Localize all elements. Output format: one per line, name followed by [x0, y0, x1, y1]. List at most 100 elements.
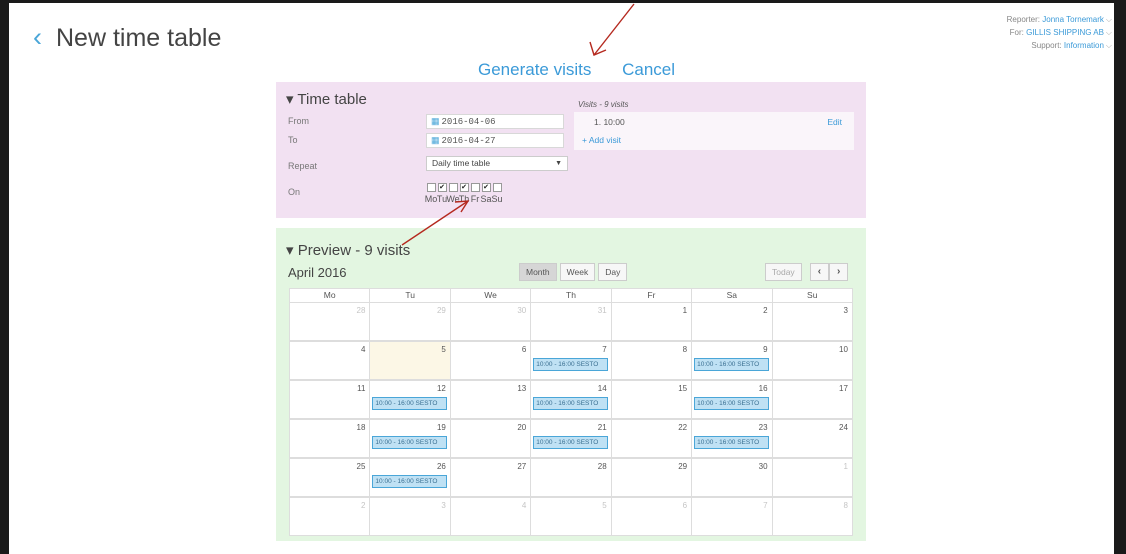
generate-visits-button[interactable]: Generate visits: [478, 60, 591, 79]
calendar-day-cell[interactable]: 28: [530, 459, 610, 496]
to-date-value: 2016-04-27: [441, 136, 496, 146]
calendar-event[interactable]: 10:00 - 16:00 SESTO: [533, 397, 608, 410]
day-number: 5: [441, 345, 446, 354]
calendar-day-cell[interactable]: 5: [369, 342, 450, 379]
week-view-button[interactable]: Week: [559, 263, 596, 281]
calendar-day-cell[interactable]: 13: [449, 381, 530, 418]
to-date-input[interactable]: ▦ 2016-04-27: [426, 133, 564, 148]
from-date-input[interactable]: ▦ 2016-04-06: [426, 114, 564, 129]
day-number: 2: [763, 306, 768, 315]
calendar-day-cell[interactable]: 9 10:00 - 16:00 SESTO: [691, 342, 771, 379]
month-title: April 2016: [288, 265, 347, 280]
calendar-day-cell[interactable]: 26 10:00 - 16:00 SESTO: [369, 459, 449, 496]
calendar-day-cell[interactable]: 30: [691, 459, 771, 496]
reporter-row[interactable]: Reporter: Jonna Tornemark ⌵: [1007, 13, 1112, 26]
calendar-day-cell[interactable]: 23 10:00 - 16:00 SESTO: [691, 420, 771, 457]
reporter-value[interactable]: Jonna Tornemark: [1042, 15, 1104, 24]
calendar-day-cell[interactable]: 8: [610, 342, 691, 379]
support-row[interactable]: Support: Information ⌵: [1007, 39, 1112, 52]
repeat-value: Daily time table: [432, 158, 491, 168]
calendar-day-cell[interactable]: 1: [771, 459, 852, 496]
for-value[interactable]: GILLIS SHIPPING AB: [1026, 28, 1104, 37]
calendar-event[interactable]: 10:00 - 16:00 SESTO: [372, 475, 447, 488]
calendar-day-cell[interactable]: 20: [449, 420, 530, 457]
chevron-down-icon[interactable]: ⌵: [1106, 41, 1112, 50]
calendar-day-cell[interactable]: 29: [610, 459, 691, 496]
repeat-select[interactable]: Daily time table ▼: [426, 156, 568, 171]
calendar-event[interactable]: 10:00 - 16:00 SESTO: [372, 397, 447, 410]
calendar-day-cell[interactable]: 28: [290, 303, 369, 340]
calendar-week-row: 2 3 4 5 6 7 8: [289, 497, 853, 536]
calendar-day-cell[interactable]: 2: [691, 303, 771, 340]
day-number: 16: [758, 384, 768, 393]
day-label: Su: [491, 194, 503, 204]
back-chevron-icon[interactable]: ‹: [33, 22, 42, 53]
add-visit-link[interactable]: + Add visit: [582, 135, 621, 145]
calendar-day-cell[interactable]: 4: [290, 342, 369, 379]
calendar-day-cell[interactable]: 22: [610, 420, 691, 457]
calendar-day-cell[interactable]: 7: [691, 498, 771, 535]
day-number: 20: [517, 423, 527, 432]
calendar-day-cell[interactable]: 18: [290, 420, 369, 457]
chevron-down-icon[interactable]: ⌵: [1106, 28, 1112, 37]
calendar-event[interactable]: 10:00 - 16:00 SESTO: [694, 436, 769, 449]
preview-heading[interactable]: ▾ Preview - 9 visits: [286, 241, 410, 259]
day-number: 31: [597, 306, 607, 315]
month-view-button[interactable]: Month: [519, 263, 557, 281]
calendar-day-cell[interactable]: 6: [449, 342, 530, 379]
calendar-day-cell[interactable]: 19 10:00 - 16:00 SESTO: [369, 420, 449, 457]
for-row[interactable]: For: GILLIS SHIPPING AB ⌵: [1007, 26, 1112, 39]
calendar-day-cell[interactable]: 10: [771, 342, 852, 379]
day-number: 3: [441, 501, 446, 510]
calendar-event[interactable]: 10:00 - 16:00 SESTO: [533, 436, 608, 449]
calendar-day-cell[interactable]: 12 10:00 - 16:00 SESTO: [369, 381, 449, 418]
calendar-day-cell[interactable]: 31: [530, 303, 610, 340]
from-date-value: 2016-04-06: [441, 117, 496, 127]
weekday-header-cell: Fr: [610, 289, 691, 302]
calendar-day-cell[interactable]: 8: [771, 498, 852, 535]
calendar-day-cell[interactable]: 4: [449, 498, 530, 535]
day-view-button[interactable]: Day: [598, 263, 628, 281]
day-number: 17: [839, 384, 848, 393]
calendar-event[interactable]: 10:00 - 16:00 SESTO: [694, 358, 769, 371]
calendar-day-cell[interactable]: 5: [530, 498, 610, 535]
calendar-event[interactable]: 10:00 - 16:00 SESTO: [372, 436, 447, 449]
calendar-day-cell[interactable]: 24: [771, 420, 852, 457]
day-number: 7: [763, 501, 768, 510]
calendar-day-cell[interactable]: 11: [290, 381, 369, 418]
calendar-day-cell[interactable]: 25: [290, 459, 369, 496]
calendar-day-cell[interactable]: 6: [610, 498, 691, 535]
unchecked-checkbox-icon[interactable]: [492, 183, 502, 192]
calendar-day-cell[interactable]: 30: [449, 303, 530, 340]
next-month-icon[interactable]: ›: [829, 263, 849, 281]
chevron-down-icon[interactable]: ⌵: [1106, 15, 1112, 24]
calendar-day-cell[interactable]: 3: [369, 498, 449, 535]
edit-visit-link[interactable]: Edit: [827, 117, 842, 127]
day-number: 7: [602, 345, 607, 354]
calendar-day-cell[interactable]: 3: [771, 303, 852, 340]
calendar-day-cell[interactable]: 16 10:00 - 16:00 SESTO: [691, 381, 771, 418]
today-button[interactable]: Today: [765, 263, 802, 281]
day-checkbox-su[interactable]: Su: [490, 183, 504, 204]
calendar-icon: ▦: [431, 135, 440, 145]
calendar-day-cell[interactable]: 7 10:00 - 16:00 SESTO: [530, 342, 610, 379]
calendar-day-cell[interactable]: 17: [771, 381, 852, 418]
calendar-day-cell[interactable]: 15: [610, 381, 691, 418]
calendar-day-cell[interactable]: 29: [369, 303, 449, 340]
calendar-day-cell[interactable]: 14 10:00 - 16:00 SESTO: [530, 381, 610, 418]
timetable-heading[interactable]: ▾ Time table: [286, 90, 367, 108]
calendar-event[interactable]: 10:00 - 16:00 SESTO: [533, 358, 608, 371]
prev-month-icon[interactable]: ‹: [809, 263, 830, 281]
calendar-day-cell[interactable]: 1: [610, 303, 691, 340]
day-number: 6: [682, 501, 688, 510]
preview-panel: ▾ Preview - 9 visits April 2016 Month We…: [276, 228, 866, 541]
cancel-button[interactable]: Cancel: [622, 60, 675, 79]
calendar-day-cell[interactable]: 2: [290, 498, 369, 535]
support-value[interactable]: Information: [1064, 41, 1104, 50]
calendar-event[interactable]: 10:00 - 16:00 SESTO: [694, 397, 769, 410]
calendar-day-cell[interactable]: 21 10:00 - 16:00 SESTO: [530, 420, 610, 457]
day-number: 19: [436, 423, 446, 432]
day-number: 30: [758, 462, 768, 471]
weekday-header-cell: Th: [530, 289, 610, 302]
calendar-day-cell[interactable]: 27: [449, 459, 530, 496]
